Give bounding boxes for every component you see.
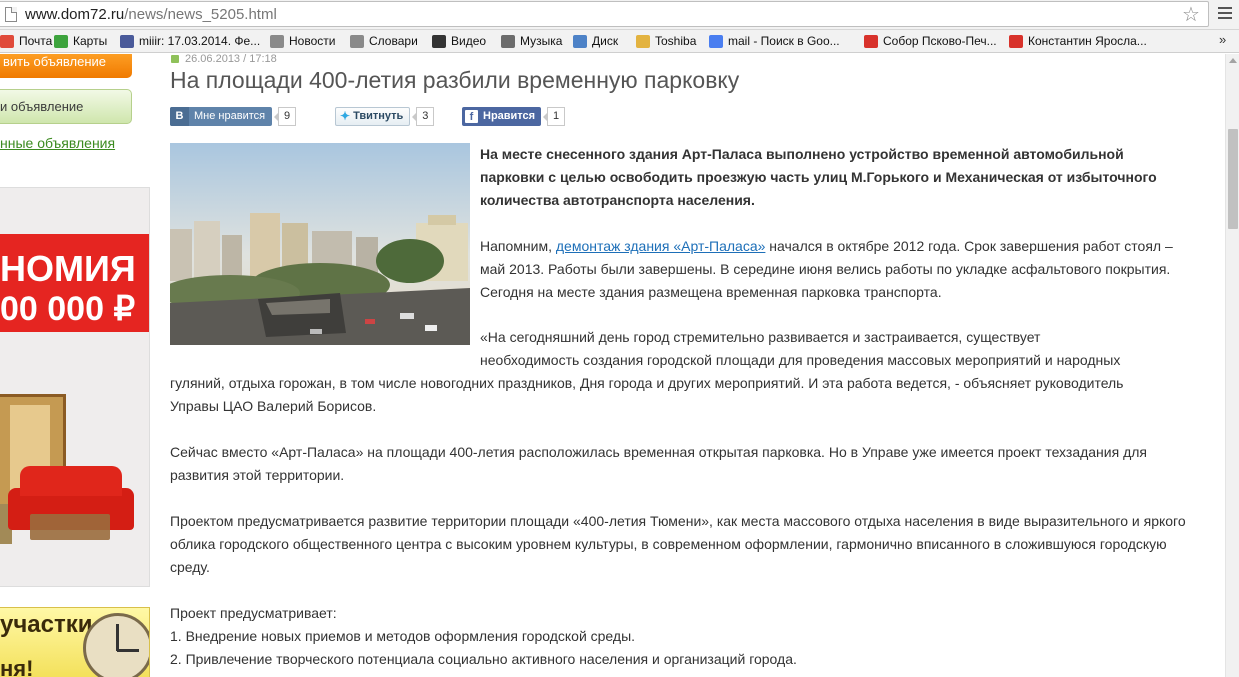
bookmark-label: Почта (19, 34, 53, 48)
tweet-count: 3 (412, 106, 435, 126)
bookmark-item[interactable]: Диск (573, 33, 618, 50)
bookmarks-bar: Почта Карты miiir: 17.03.2014. Фе... Новост… (0, 30, 1239, 53)
article-photo (170, 143, 470, 345)
vk-like-button[interactable]: В Мне нравится (170, 106, 273, 126)
bookmark-label: Собор Псково-Печ... (883, 34, 997, 48)
article-paragraph-2a: «На сегодняшний день город стремительно … (480, 329, 1041, 345)
ad2-headline: участки (0, 611, 93, 638)
p1-text-before: Напомним, (480, 238, 556, 254)
ad-red-strip: НОМИЯ 00 000 ₽ (0, 234, 149, 332)
twitter-bird-icon: ✦ (340, 108, 351, 123)
maps-icon (54, 35, 68, 48)
bookmark-label: Toshiba (655, 34, 697, 48)
bookmark-item[interactable]: Новости (270, 33, 335, 50)
bookmark-star-icon[interactable]: ☆ (1182, 4, 1200, 26)
article-lead: На месте снесенного здания Арт-Паласа вы… (480, 146, 1157, 208)
mail-icon (0, 35, 14, 48)
user-icon (120, 35, 134, 48)
url-field[interactable]: www.dom72.ru/news/news_5205.html ☆ (0, 1, 1209, 27)
bookmark-item[interactable]: Почта (0, 33, 52, 50)
article-paragraph-1: Напомним, демонтаж здания «Арт-Паласа» н… (480, 235, 1195, 304)
page-icon (350, 35, 364, 48)
vk-icon: В (170, 106, 189, 126)
google-icon (709, 35, 723, 48)
tweet-widget: ✦ Твитнуть 3 (335, 106, 435, 126)
art-palace-demolition-link[interactable]: демонтаж здания «Арт-Паласа» (556, 238, 766, 254)
page-icon (5, 7, 17, 22)
tweet-label: Твитнуть (353, 109, 404, 122)
vk-like-widget: В Мне нравится 9 (170, 106, 297, 126)
bookmark-label: Музыка (520, 34, 563, 48)
date-marker-icon (171, 55, 179, 63)
fb-like-button[interactable]: f Нравится (462, 106, 542, 126)
browser-menu-icon[interactable] (1218, 7, 1232, 22)
compass-icon (83, 613, 149, 677)
bookmark-label: Диск (592, 34, 619, 48)
ad2-subline: ня! (0, 656, 34, 677)
fb-like-widget: f Нравится 1 (462, 106, 566, 126)
bookmark-label: Словари (369, 34, 418, 48)
bookmark-item[interactable]: Словари (350, 33, 418, 50)
bookmark-label: mail - Поиск в Goo... (728, 34, 840, 48)
article-list-item-2: 2. Привлечение творческого потенциала со… (170, 651, 797, 667)
article-paragraph-2c: гуляний, отдыха горожан, в том числе нов… (170, 375, 1124, 414)
url-path: /news/news_5205.html (124, 6, 277, 23)
web-page: вить объявление и объявление нные объявл… (0, 54, 1225, 677)
bookmarks-more-icon[interactable]: » (1219, 32, 1226, 47)
bookmark-label: Видео (451, 34, 487, 48)
bookmark-label: Новости (289, 34, 336, 48)
folder-icon (636, 35, 650, 48)
saved-ads-link[interactable]: нные объявления (0, 135, 115, 151)
fb-like-label: Нравится (483, 109, 536, 122)
article-title: На площади 400-летия разбили временную п… (170, 67, 740, 93)
ad-price: 00 000 ₽ (0, 290, 136, 328)
ad-headline: НОМИЯ (0, 248, 136, 289)
url-text[interactable]: www.dom72.ru/news/news_5205.html (25, 6, 277, 23)
music-icon (501, 35, 515, 48)
bookmark-item[interactable]: Toshiba (636, 33, 696, 50)
bookmark-item[interactable]: Собор Псково-Печ... (864, 33, 997, 50)
bookmark-item[interactable]: mail - Поиск в Goo... (709, 33, 840, 50)
my-ads-button[interactable]: и объявление (0, 89, 132, 124)
article-paragraph-2b: необходимость создания городской площади… (480, 352, 1121, 368)
url-host: www.dom72.ru (25, 6, 125, 23)
bookmark-item[interactable]: Константин Яросла... (1009, 33, 1147, 50)
article-paragraph-4: Проектом предусматривается развитие терр… (170, 513, 1186, 575)
vk-like-count: 9 (274, 106, 297, 126)
article-list-item-1: 1. Внедрение новых приемов и методов офо… (170, 628, 636, 644)
bookmark-item[interactable]: Карты (54, 33, 107, 50)
scroll-up-arrow-icon[interactable] (1229, 58, 1237, 63)
post-ad-button[interactable]: вить объявление (0, 54, 132, 78)
article-paragraph-5-heading: Проект предусматривает: (170, 605, 337, 621)
vk-like-label: Мне нравится (194, 109, 266, 122)
facebook-icon: f (465, 109, 478, 123)
fb-like-count: 1 (543, 106, 566, 126)
bookmark-item[interactable]: Музыка (501, 33, 562, 50)
yandex-icon (864, 35, 878, 48)
bookmark-item[interactable]: Видео (432, 33, 486, 50)
land-plots-ad-banner[interactable]: участки ня! (0, 607, 150, 677)
bookmark-label: Константин Яросла... (1028, 34, 1147, 48)
page-scrollbar[interactable] (1225, 54, 1239, 677)
furniture-ad-banner[interactable]: НОМИЯ 00 000 ₽ (0, 187, 150, 587)
bookmark-label: Карты (73, 34, 108, 48)
article-date-text: 26.06.2013 / 17:18 (185, 54, 277, 65)
article-date: 26.06.2013 / 17:18 (171, 54, 277, 65)
article-paragraph-3: Сейчас вместо «Арт-Паласа» на площади 40… (170, 444, 1147, 483)
scroll-thumb[interactable] (1228, 129, 1238, 229)
bookmark-label: miiir: 17.03.2014. Фе... (139, 34, 261, 48)
yandex-icon (1009, 35, 1023, 48)
disk-icon (573, 35, 587, 48)
bookmark-item[interactable]: miiir: 17.03.2014. Фе... (120, 33, 260, 50)
page-icon (270, 35, 284, 48)
my-ads-label: и объявление (0, 99, 84, 114)
video-icon (432, 35, 446, 48)
tweet-button[interactable]: ✦ Твитнуть (335, 106, 411, 126)
address-bar: www.dom72.ru/news/news_5205.html ☆ (0, 0, 1239, 30)
ad-table-image (30, 514, 110, 540)
